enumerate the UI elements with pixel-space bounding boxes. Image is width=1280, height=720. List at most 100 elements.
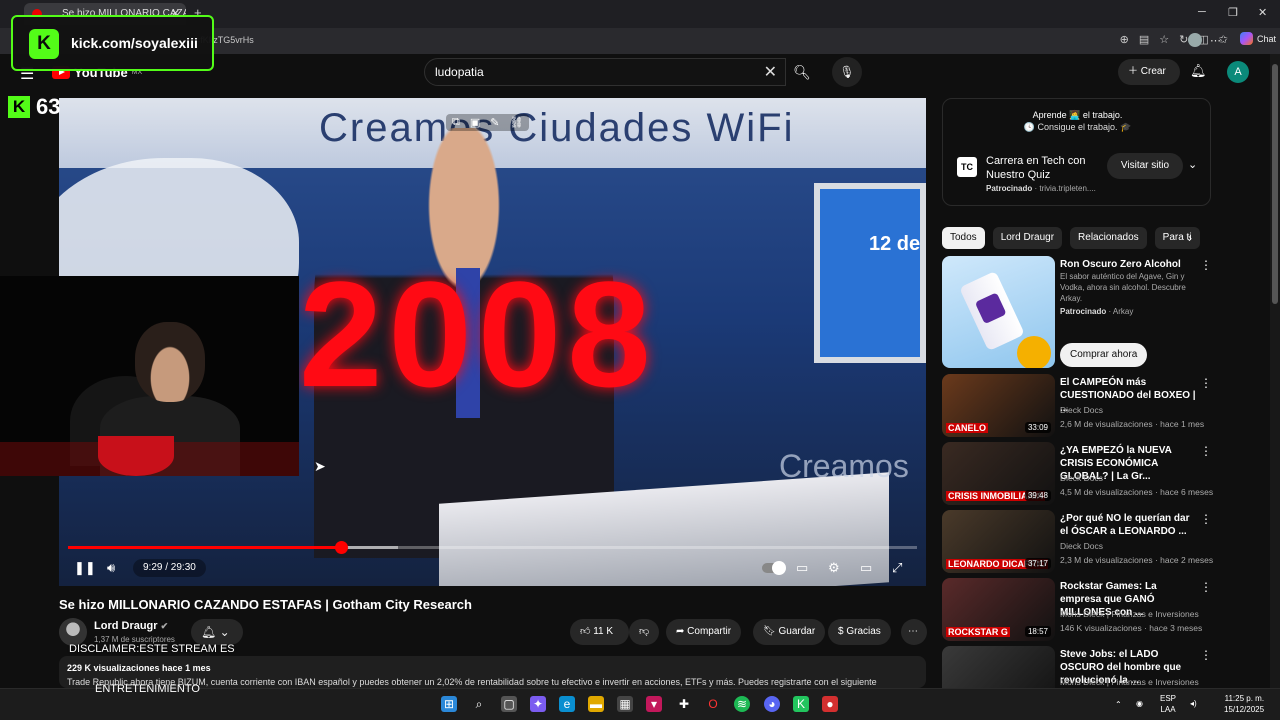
channel-avatar[interactable] — [59, 618, 87, 646]
ad-thumbnail[interactable] — [942, 256, 1055, 368]
recommendation-channel[interactable]: Moris Dieck | Finanzas e Inversiones — [1060, 609, 1199, 619]
chip-todos[interactable]: Todos — [942, 227, 985, 249]
kick-overlay: K kick.com/soyalexiii — [11, 15, 214, 71]
reader-icon[interactable]: ▤ — [1139, 33, 1149, 46]
volume-icon[interactable]: 🔊︎ — [107, 560, 115, 576]
autoplay-toggle[interactable] — [762, 561, 786, 575]
theater-mode-icon[interactable]: ▭ — [860, 560, 872, 576]
picture-in-picture-icon[interactable]: ⧉ — [452, 116, 460, 129]
kebab-menu-icon[interactable]: ⋮ — [1200, 376, 1212, 390]
screenshot-icon[interactable]: ▣ — [470, 116, 480, 129]
video-duration: 39:48 — [1024, 490, 1051, 501]
volume-tray-icon[interactable]: ◂) — [1190, 698, 1197, 709]
maximize-icon[interactable]: ❐ — [1228, 6, 1238, 19]
chip-para-ti[interactable]: Para ti — [1154, 227, 1200, 249]
like-button[interactable]: 👍︎ 11 K — [570, 619, 629, 645]
settings-gear-icon[interactable]: ⚙ — [828, 560, 840, 576]
chip-lord-draugr[interactable]: Lord Draugr — [992, 227, 1063, 249]
favorite-star-icon[interactable]: ☆ — [1159, 33, 1169, 46]
copilot-chat-button[interactable]: Chat — [1239, 32, 1276, 45]
buy-now-button[interactable]: Comprar ahora — [1060, 343, 1148, 367]
browser-profile-avatar[interactable] — [1188, 33, 1202, 47]
subscription-bell-button[interactable]: 🔔︎ ⌄ — [191, 619, 243, 645]
recommendation-item[interactable]: LEONARDO DICAPRIO 37:17 ¿Por qué NO le que… — [942, 510, 1213, 573]
user-avatar[interactable]: A — [1227, 61, 1249, 83]
refresh-icon[interactable]: ↻ — [1179, 33, 1188, 46]
translate-icon[interactable]: ⊕ — [1120, 33, 1129, 46]
sponsored-ad-card[interactable]: Aprende 👩‍💻 el trabajo. 🕓 Consigue el tr… — [942, 98, 1211, 206]
copilot-taskbar-icon[interactable]: ✦ — [530, 696, 546, 712]
kebab-menu-icon[interactable]: ⋮ — [1200, 580, 1212, 594]
recommendation-meta: 146 K visualizaciones · hace 3 meses — [1060, 623, 1203, 633]
visit-site-button[interactable]: Visitar sitio — [1107, 153, 1183, 179]
clock[interactable]: 11:25 p. m. 15/12/2025 — [1224, 693, 1264, 715]
tray-chevron-up-icon[interactable]: ⌃ — [1115, 699, 1122, 710]
search-icon[interactable]: 🔍︎ — [786, 58, 818, 86]
clear-search-icon[interactable]: ✕ — [764, 62, 777, 82]
store-icon[interactable]: ▦ — [617, 696, 633, 712]
close-window-icon[interactable]: ✕ — [1258, 6, 1267, 19]
recommendation-item[interactable]: CANELO 33:09 El CAMPEÓN más CUESTIONADO de… — [942, 374, 1212, 437]
fullscreen-icon[interactable]: ⤢ — [892, 560, 902, 576]
video-thumbnail[interactable]: CANELO 33:09 — [942, 374, 1055, 437]
dislike-button[interactable]: 👎︎ — [629, 619, 659, 645]
more-options-icon[interactable]: ⋯ — [1210, 34, 1221, 47]
spotify-icon[interactable]: ≋ — [734, 696, 750, 712]
language-code: ESP — [1160, 694, 1177, 703]
recommendation-title[interactable]: ¿Por qué NO le querían dar el ÓSCAR a LE… — [1060, 512, 1196, 538]
ad-headline: Carrera en Tech con Nuestro Quiz — [986, 155, 1086, 181]
chevron-down-icon[interactable]: ⌄ — [1188, 158, 1197, 171]
chevron-right-icon[interactable]: › — [1188, 231, 1192, 245]
bottle-image — [959, 270, 1025, 352]
kebab-menu-icon[interactable]: ⋮ — [1200, 444, 1212, 458]
sponsored-recommendation[interactable]: Ron Oscuro Zero Alcohol El sabor auténti… — [942, 256, 1212, 368]
save-button[interactable]: 🔖︎ Guardar — [753, 619, 826, 645]
language-indicator[interactable]: ESP LAA — [1160, 693, 1176, 715]
game-icon[interactable]: ✚ — [676, 696, 692, 712]
recommendation-item[interactable]: CRISIS INMOBILIARIA 39:48 ¿YA EMPEZÓ la NU… — [942, 442, 1213, 505]
edge-icon[interactable]: e — [559, 696, 575, 712]
recommendation-channel[interactable]: Dieck Docs — [1060, 541, 1103, 551]
progress-knob[interactable] — [335, 541, 348, 554]
video-thumbnail[interactable]: ROCKSTAR G 18:57 — [942, 578, 1055, 641]
task-view-icon[interactable]: ▢ — [501, 696, 517, 712]
notifications-bell-icon[interactable]: 🔔︎ — [1190, 63, 1207, 79]
create-button[interactable]: ＋ Crear — [1118, 59, 1180, 85]
search-taskbar-icon[interactable]: ⌕ — [471, 696, 487, 712]
opera-gx-icon[interactable]: O — [705, 696, 721, 712]
edit-icon[interactable]: ✎ — [490, 116, 499, 129]
kebab-menu-icon[interactable]: ⋮ — [1200, 512, 1212, 526]
stream-entertainment-label: ENTRETENIMIENTO — [95, 683, 200, 695]
video-thumbnail[interactable]: CRISIS INMOBILIARIA 39:48 — [942, 442, 1055, 505]
pause-icon[interactable]: ❚❚ — [74, 560, 96, 576]
ad-rec-title[interactable]: Ron Oscuro Zero Alcohol — [1060, 258, 1196, 271]
start-icon[interactable]: ⊞ — [441, 696, 457, 712]
discord-icon[interactable]: ◕ — [764, 696, 780, 712]
kick-taskbar-icon[interactable]: K — [793, 696, 809, 712]
channel-name[interactable]: Lord Draugr ✔ — [94, 620, 168, 632]
voice-search-icon[interactable]: 🎙︎ — [832, 57, 862, 87]
recommendation-channel[interactable]: Dieck Docs — [1060, 473, 1103, 483]
kebab-menu-icon[interactable]: ⋮ — [1200, 648, 1212, 662]
obs-icon[interactable]: ● — [822, 696, 838, 712]
share-button[interactable]: ➦ Compartir — [666, 619, 742, 645]
kebab-menu-icon[interactable]: ⋮ — [1200, 258, 1212, 272]
subtitles-icon[interactable]: ▭ — [796, 560, 808, 576]
video-progress-bar[interactable] — [68, 541, 917, 554]
more-actions-button[interactable]: ⋯ — [901, 619, 927, 645]
minimize-icon[interactable]: ─ — [1198, 6, 1206, 18]
page-scrollbar[interactable] — [1270, 54, 1280, 688]
chip-relacionados[interactable]: Relacionados — [1070, 227, 1147, 249]
recommendation-channel[interactable]: Moris Dieck | Finanzas e Inversiones — [1060, 677, 1199, 687]
file-explorer-icon[interactable]: ▬ — [588, 696, 604, 712]
network-icon[interactable]: ◉ — [1136, 698, 1143, 709]
video-thumbnail[interactable]: LEONARDO DICAPRIO 37:17 — [942, 510, 1055, 573]
recommendation-channel[interactable]: Dieck Docs — [1060, 405, 1103, 415]
search-input[interactable]: ludopatia ✕ — [424, 58, 786, 86]
copy-link-icon[interactable]: ⛓ — [509, 116, 523, 129]
ad-brand-logo: TC — [957, 157, 977, 177]
thanks-button[interactable]: $ Gracias — [828, 619, 891, 645]
recommendation-item[interactable]: ROCKSTAR G 18:57 Rockstar Games: La empres… — [942, 578, 1212, 641]
app-icon[interactable]: ▾ — [646, 696, 662, 712]
scrollbar-thumb[interactable] — [1272, 64, 1278, 304]
